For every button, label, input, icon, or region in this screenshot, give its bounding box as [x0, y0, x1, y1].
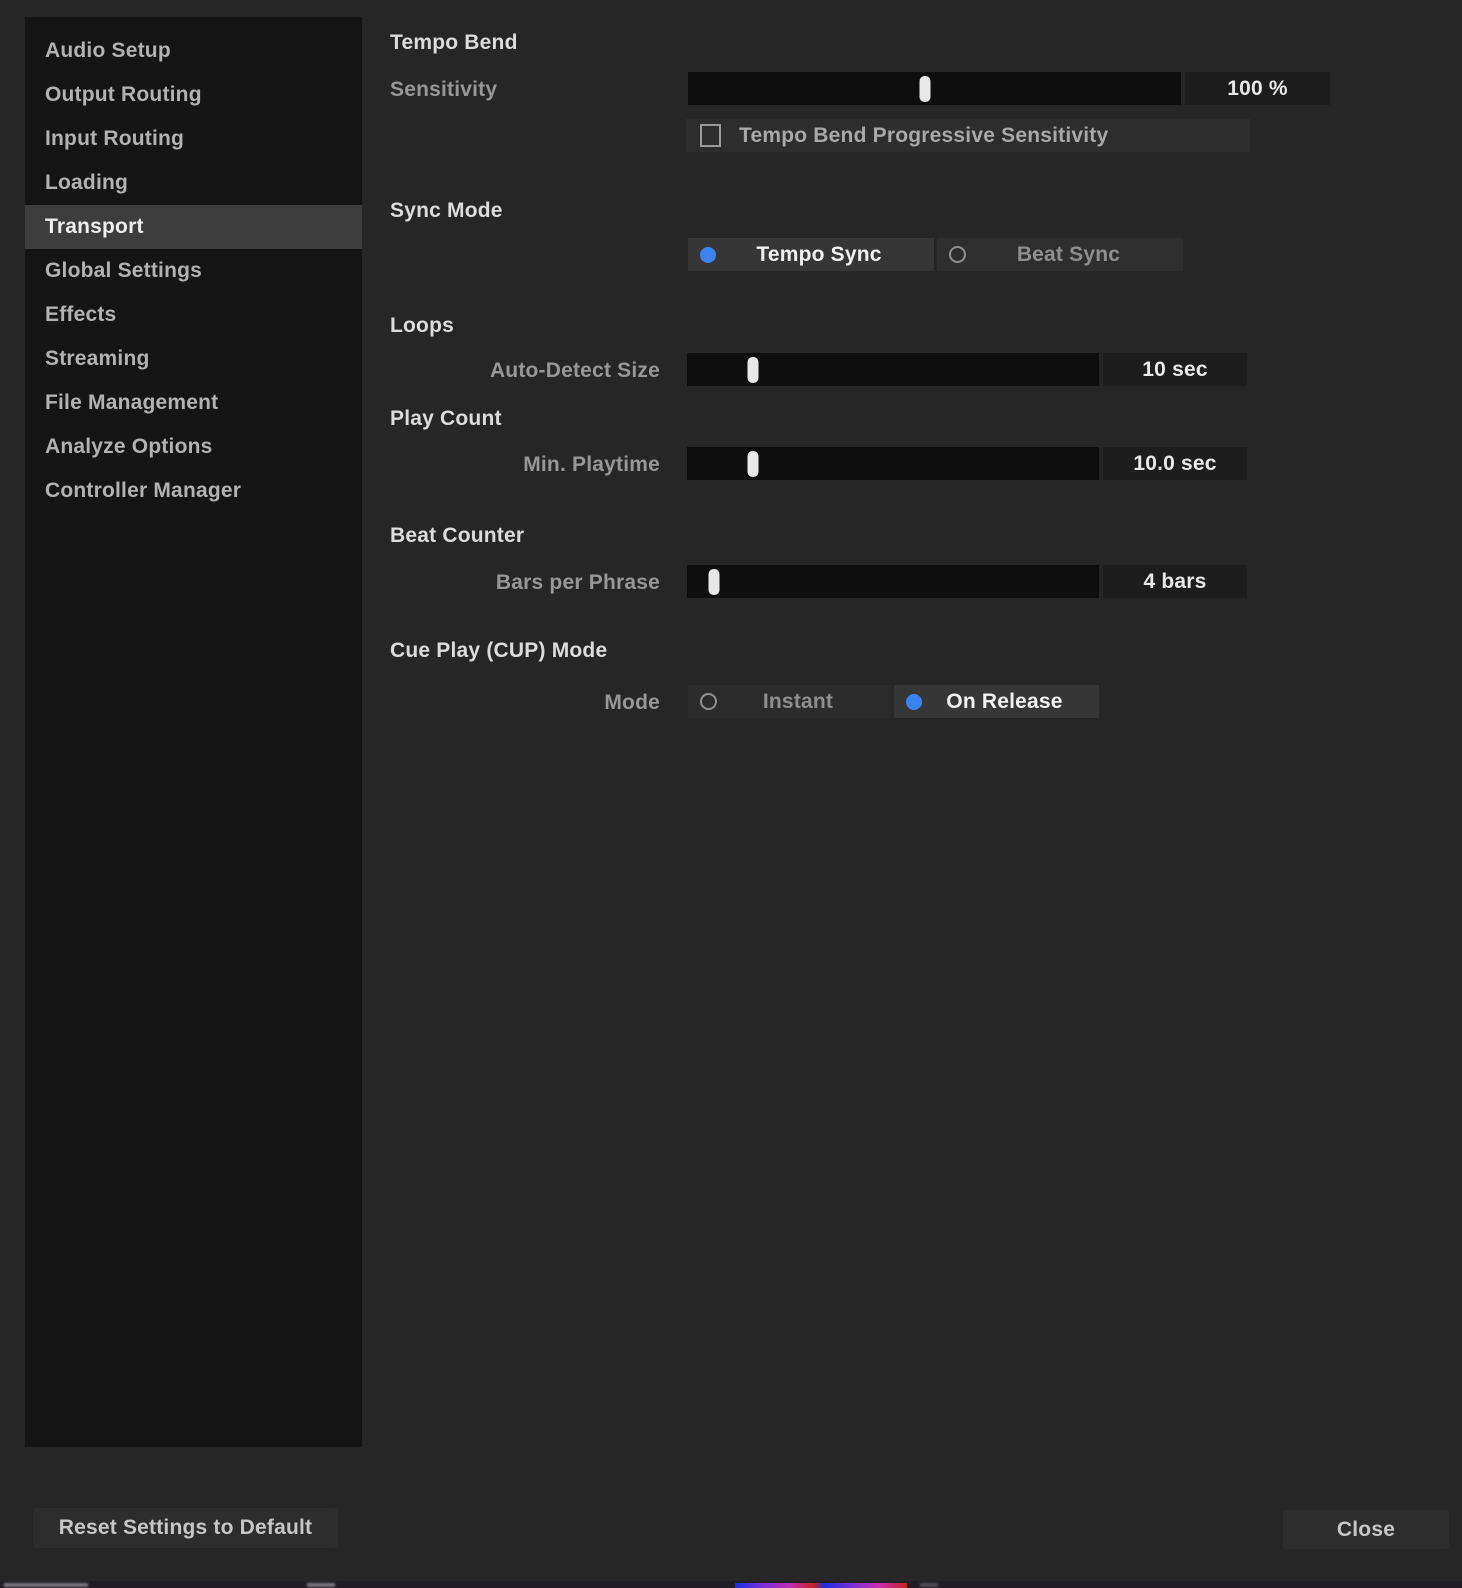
background-window-strip: [0, 1581, 1462, 1588]
preferences-sidebar: Audio Setup Output Routing Input Routing…: [25, 17, 362, 1447]
tempo-bend-header: Tempo Bend: [390, 31, 518, 54]
reset-settings-button[interactable]: Reset Settings to Default: [33, 1508, 338, 1548]
background-text-fragment: [4, 1583, 88, 1587]
sidebar-item-input-routing[interactable]: Input Routing: [25, 117, 362, 161]
min-playtime-value[interactable]: 10.0 sec: [1103, 447, 1247, 480]
radio-unselected-icon[interactable]: [949, 246, 966, 263]
radio-selected-icon[interactable]: [700, 246, 716, 263]
progressive-sensitivity-label: Tempo Bend Progressive Sensitivity: [739, 123, 1109, 147]
checkbox-unchecked-icon[interactable]: [700, 124, 721, 147]
radio-selected-icon[interactable]: [906, 693, 922, 710]
auto-detect-size-label: Auto-Detect Size: [489, 359, 660, 382]
sidebar-item-controller-manager[interactable]: Controller Manager: [25, 469, 362, 513]
min-playtime-label: Min. Playtime: [523, 453, 660, 476]
sidebar-item-audio-setup[interactable]: Audio Setup: [25, 29, 362, 73]
sensitivity-slider[interactable]: [688, 72, 1181, 105]
sidebar-item-transport[interactable]: Transport: [25, 205, 362, 249]
cup-mode-option-instant[interactable]: Instant: [688, 685, 891, 718]
on-release-label: On Release: [946, 689, 1063, 713]
sidebar-item-loading[interactable]: Loading: [25, 161, 362, 205]
beat-counter-header: Beat Counter: [390, 524, 525, 547]
loops-header: Loops: [390, 314, 454, 337]
background-waveform-strip: [735, 1583, 907, 1588]
bars-per-phrase-value[interactable]: 4 bars: [1103, 565, 1247, 598]
auto-detect-size-slider-handle[interactable]: [747, 356, 759, 383]
sidebar-item-effects[interactable]: Effects: [25, 293, 362, 337]
sync-mode-header: Sync Mode: [390, 199, 503, 222]
play-count-header: Play Count: [390, 407, 502, 430]
sidebar-item-file-management[interactable]: File Management: [25, 381, 362, 425]
bars-per-phrase-slider-handle[interactable]: [708, 568, 720, 595]
sync-mode-option-beat-sync[interactable]: Beat Sync: [937, 238, 1183, 271]
sync-mode-option-tempo-sync[interactable]: Tempo Sync: [688, 238, 934, 271]
sidebar-item-global-settings[interactable]: Global Settings: [25, 249, 362, 293]
sensitivity-value[interactable]: 100 %: [1185, 72, 1330, 105]
min-playtime-slider-handle[interactable]: [747, 450, 759, 477]
beat-sync-label: Beat Sync: [1016, 242, 1121, 266]
progressive-sensitivity-checkbox-row[interactable]: Tempo Bend Progressive Sensitivity: [686, 119, 1250, 152]
min-playtime-slider[interactable]: [687, 447, 1099, 480]
close-button[interactable]: Close: [1283, 1510, 1449, 1549]
sensitivity-slider-handle[interactable]: [919, 75, 931, 102]
cue-play-mode-header: Cue Play (CUP) Mode: [390, 639, 608, 662]
background-text-fragment: [920, 1583, 938, 1587]
instant-label: Instant: [762, 689, 834, 713]
sidebar-item-analyze-options[interactable]: Analyze Options: [25, 425, 362, 469]
auto-detect-size-slider[interactable]: [687, 353, 1099, 386]
bars-per-phrase-slider[interactable]: [687, 565, 1099, 598]
radio-unselected-icon[interactable]: [700, 693, 717, 710]
sidebar-list: Audio Setup Output Routing Input Routing…: [25, 29, 362, 513]
tempo-sync-label: Tempo Sync: [756, 242, 882, 266]
sidebar-item-streaming[interactable]: Streaming: [25, 337, 362, 381]
sensitivity-label: Sensitivity: [390, 78, 498, 101]
cup-mode-option-on-release[interactable]: On Release: [894, 685, 1099, 718]
auto-detect-size-value[interactable]: 10 sec: [1103, 353, 1247, 386]
bars-per-phrase-label: Bars per Phrase: [495, 571, 660, 594]
background-text-fragment: [307, 1583, 335, 1587]
mode-label: Mode: [604, 691, 660, 714]
sidebar-item-output-routing[interactable]: Output Routing: [25, 73, 362, 117]
